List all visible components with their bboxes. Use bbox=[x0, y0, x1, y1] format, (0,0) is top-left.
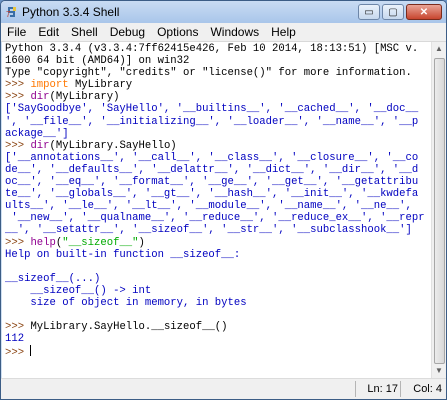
command-text: MyLibrary bbox=[68, 79, 133, 92]
output-line: __sizeof__() -> int bbox=[5, 284, 152, 297]
scroll-up-arrow-icon[interactable]: ▲ bbox=[432, 42, 446, 56]
window-title: Python 3.3.4 Shell bbox=[22, 5, 120, 19]
window-controls: ▭ ▢ ✕ bbox=[356, 4, 442, 20]
text-cursor bbox=[30, 345, 32, 357]
status-divider bbox=[400, 381, 401, 397]
status-bar: Ln: 17 Col: 4 bbox=[1, 378, 446, 399]
close-button[interactable]: ✕ bbox=[406, 4, 442, 20]
line-indicator: Ln: 17 bbox=[367, 383, 398, 395]
prompt: >>> bbox=[5, 139, 31, 152]
output-line: '__new__', '__qualname__', '__reduce__',… bbox=[5, 212, 425, 225]
shell-text-area[interactable]: Python 3.3.4 (v3.3.4:7ff62415e426, Feb 1… bbox=[2, 42, 432, 378]
menu-bar: File Edit Shell Debug Options Windows Help bbox=[1, 23, 446, 42]
output-line: Help on built-in function __sizeof__: bbox=[5, 248, 241, 261]
python-icon: 7 bbox=[6, 7, 16, 19]
menu-edit[interactable]: Edit bbox=[32, 23, 65, 40]
string-literal: "__sizeof__" bbox=[62, 236, 139, 249]
output-line: ults__', '__le__', '__lt__', '__module__… bbox=[5, 200, 412, 213]
menu-windows[interactable]: Windows bbox=[204, 23, 265, 40]
prompt: >>> bbox=[5, 91, 31, 104]
command-text: ) bbox=[138, 236, 145, 249]
scroll-down-arrow-icon[interactable]: ▼ bbox=[432, 364, 446, 378]
vertical-scrollbar[interactable]: ▲ ▼ bbox=[431, 42, 446, 378]
title-bar[interactable]: 7 Python 3.3.4 Shell ▭ ▢ ✕ bbox=[1, 1, 446, 23]
output-line: 112 bbox=[5, 333, 25, 346]
output-line: te__', '__globals__', '__gt__', '__hash_… bbox=[5, 188, 419, 201]
svg-text:7: 7 bbox=[6, 10, 11, 19]
output-line: __sizeof__(...) bbox=[5, 272, 101, 285]
output-line: oc__', '__eq__', '__format__', '__ge__',… bbox=[5, 176, 419, 189]
output-line: ackage__'] bbox=[5, 127, 69, 140]
menu-file[interactable]: File bbox=[1, 23, 32, 40]
keyword-import: import bbox=[30, 79, 69, 92]
menu-shell[interactable]: Shell bbox=[65, 23, 104, 40]
menu-help[interactable]: Help bbox=[265, 23, 302, 40]
status-divider bbox=[355, 381, 356, 397]
banner-line: Type "copyright", "credits" or "license(… bbox=[5, 67, 412, 80]
minimize-button[interactable]: ▭ bbox=[358, 4, 380, 20]
menu-options[interactable]: Options bbox=[151, 23, 204, 40]
minimize-icon: ▭ bbox=[364, 6, 374, 18]
scroll-thumb[interactable] bbox=[434, 58, 445, 364]
output-line: __', '__setattr__', '__sizeof__', '__str… bbox=[5, 224, 412, 237]
prompt: >>> bbox=[5, 347, 31, 360]
command-text: MyLibrary.SayHello.__sizeof__() bbox=[30, 321, 228, 334]
banner-line: Python 3.3.4 (v3.3.4:7ff62415e426, Feb 1… bbox=[5, 43, 419, 55]
column-indicator: Col: 4 bbox=[413, 383, 442, 395]
output-line: ', '__file__', '__initializing__', '__lo… bbox=[5, 115, 419, 128]
builtin-dir: dir bbox=[30, 91, 50, 104]
menu-debug[interactable]: Debug bbox=[104, 23, 151, 40]
output-line: de__', '__defaults__', '__delattr__', '_… bbox=[5, 163, 419, 176]
prompt: >>> bbox=[5, 236, 31, 249]
close-icon: ✕ bbox=[419, 6, 429, 18]
idle-shell-window: 7 Python 3.3.4 Shell ▭ ▢ ✕ File Edit Shell… bbox=[0, 0, 447, 400]
maximize-button[interactable]: ▢ bbox=[382, 4, 404, 20]
command-text: (MyLibrary.SayHello) bbox=[49, 139, 177, 152]
prompt: >>> bbox=[5, 79, 31, 92]
banner-line: 1600 64 bit (AMD64)] on win32 bbox=[5, 55, 190, 68]
output-line: size of object in memory, in bytes bbox=[5, 296, 247, 309]
output-line: ['__annotations__', '__call__', '__class… bbox=[5, 151, 419, 164]
builtin-dir: dir bbox=[30, 139, 50, 152]
output-line: ['SayGoodbye', 'SayHello', '__builtins__… bbox=[5, 103, 419, 116]
command-text: (MyLibrary) bbox=[49, 91, 120, 104]
shell-output: Python 3.3.4 (v3.3.4:7ff62415e426, Feb 1… bbox=[2, 42, 432, 360]
maximize-icon: ▢ bbox=[388, 6, 398, 18]
prompt: >>> bbox=[5, 321, 31, 334]
builtin-help: help bbox=[30, 236, 56, 249]
